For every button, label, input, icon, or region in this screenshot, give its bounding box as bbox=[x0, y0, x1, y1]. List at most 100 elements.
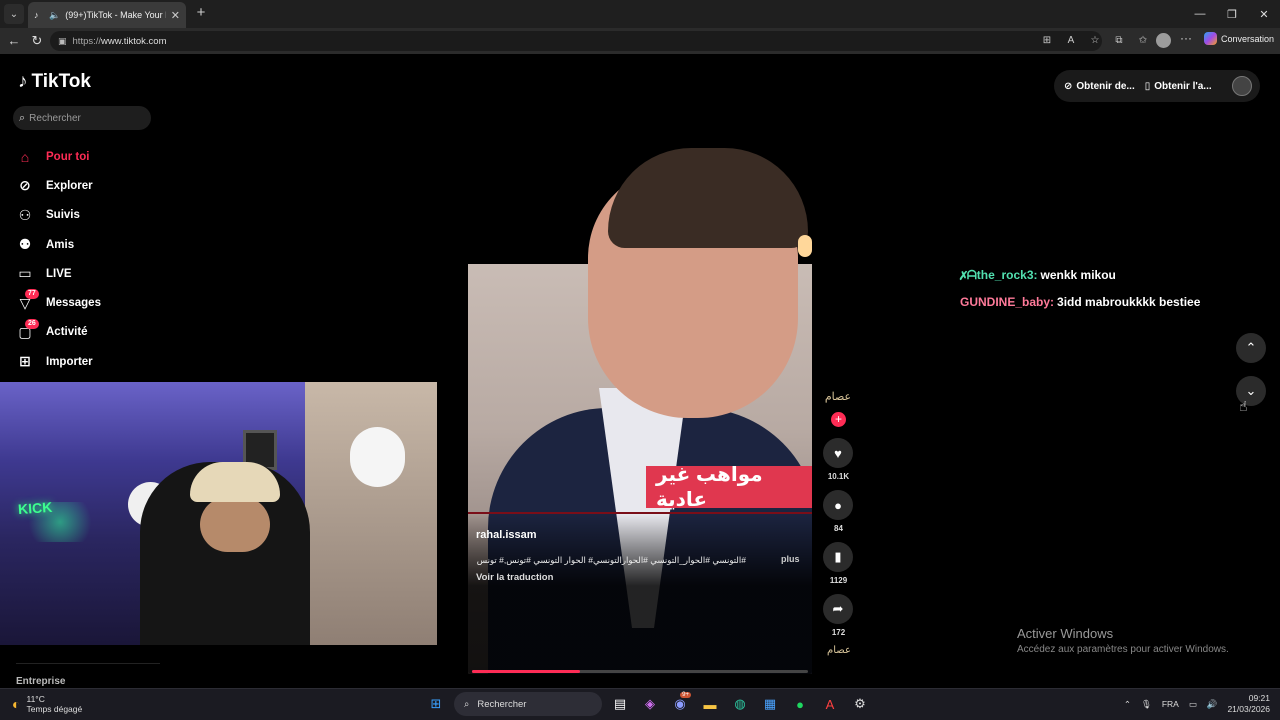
start-button[interactable]: ⊞ bbox=[424, 692, 448, 716]
browser-tab-bar: ⌄ ♪ 🔈 (99+)TikTok - Make Your Day ✕ + — … bbox=[0, 0, 1280, 28]
refresh-button[interactable]: ↻ bbox=[27, 31, 47, 51]
following-icon: ⚇ bbox=[18, 206, 32, 223]
follow-plus-button[interactable]: + bbox=[831, 412, 846, 427]
stream-chat: ✗ᗩthe_rock3: wenkk mikou GUNDINE_baby: 3… bbox=[960, 268, 1200, 322]
streamer-cap bbox=[190, 462, 280, 502]
tiktok-favicon-icon: ♪ bbox=[34, 10, 39, 20]
comment-button[interactable]: ● 84 bbox=[823, 490, 854, 533]
clock-date: 21/03/2026 bbox=[1227, 704, 1270, 714]
share-button[interactable]: ➦ 172 bbox=[823, 594, 854, 637]
language-indicator[interactable]: FRA bbox=[1162, 699, 1179, 709]
comment-count: 84 bbox=[834, 524, 843, 533]
video-author[interactable]: rahal.issam bbox=[476, 529, 537, 541]
music-disc-text[interactable]: عصام bbox=[824, 645, 854, 656]
video-player[interactable]: مواهب غير عادية rahal.issam #التونسي #ال… bbox=[468, 138, 812, 674]
video-progress-bar[interactable] bbox=[472, 670, 808, 673]
app-available-icon[interactable]: ⊞ bbox=[1040, 31, 1054, 51]
chat-message: ✗ᗩthe_rock3: wenkk mikou bbox=[960, 268, 1200, 295]
url-field[interactable]: ▣ https://www.tiktok.com bbox=[50, 31, 1102, 51]
new-tab-button[interactable]: + bbox=[192, 4, 210, 22]
get-app-button[interactable]: ▯ Obtenir l'a... bbox=[1145, 81, 1212, 92]
taskbar-search[interactable]: ⌕ Rechercher bbox=[454, 692, 602, 716]
save-button[interactable]: ▮ 1129 bbox=[823, 542, 854, 585]
extensions-icon[interactable]: ⧉ bbox=[1112, 31, 1126, 51]
search-input[interactable] bbox=[29, 112, 140, 124]
sidebar-item-activite[interactable]: ▢ 26 Activité bbox=[16, 318, 166, 347]
description-more-button[interactable]: plus bbox=[781, 554, 800, 564]
tiktok-page: ♪ TikTok ⌕ ⌂ Pour toi ⊘ Explorer ⚇ Suivi… bbox=[0, 54, 1280, 688]
translate-icon[interactable]: A bbox=[1064, 31, 1078, 51]
previous-video-button[interactable]: ⌃ bbox=[1236, 333, 1266, 363]
weather-widget[interactable]: ◐ 11°C Temps dégagé bbox=[12, 694, 82, 714]
file-explorer-icon[interactable]: ▬ bbox=[698, 692, 722, 716]
compass-icon: ⊘ bbox=[19, 177, 31, 194]
settings-icon[interactable]: ⚙ bbox=[848, 692, 872, 716]
favorites-icon[interactable]: ✩ bbox=[1136, 31, 1150, 51]
sidebar-footer-entreprise[interactable]: Entreprise bbox=[16, 676, 65, 687]
address-bar-row: ← ↻ ▣ https://www.tiktok.com ⊞ A ☆ ⧉ ✩ ·… bbox=[0, 28, 1280, 54]
sidebar-item-importer[interactable]: ⊞ Importer bbox=[16, 347, 166, 376]
video-person-hair bbox=[608, 148, 808, 248]
copilot-button[interactable]: Conversation bbox=[1204, 32, 1274, 45]
speaker-icon[interactable]: 🔈 bbox=[49, 10, 60, 21]
get-app-label: Obtenir l'a... bbox=[1154, 80, 1212, 92]
back-button[interactable]: ← bbox=[4, 31, 24, 51]
search-box: ⌕ bbox=[13, 106, 151, 130]
live-icon: ▭ bbox=[18, 265, 32, 282]
tab-list-button[interactable]: ⌄ bbox=[4, 4, 24, 24]
browser-tab-tiktok[interactable]: ♪ 🔈 (99+)TikTok - Make Your Day ✕ bbox=[28, 2, 186, 28]
tray-chevron-icon[interactable]: ⌃ bbox=[1124, 699, 1131, 710]
sidebar-item-explorer[interactable]: ⊘ Explorer bbox=[16, 171, 166, 200]
store-icon[interactable]: ▦ bbox=[758, 692, 782, 716]
site-info-icon[interactable]: ▣ bbox=[58, 36, 67, 47]
copilot-app-icon[interactable]: ◈ bbox=[638, 692, 662, 716]
windows-activation-watermark: Activer Windows Accédez aux paramètres p… bbox=[1017, 626, 1229, 655]
close-window-button[interactable]: ✕ bbox=[1248, 0, 1280, 28]
sidebar-item-messages[interactable]: ▽ 77 Messages bbox=[16, 288, 166, 317]
search-icon[interactable]: ⌕ bbox=[19, 112, 25, 125]
get-coins-button[interactable]: ⊘ Obtenir de... bbox=[1064, 81, 1135, 92]
sidebar-item-pour-toi[interactable]: ⌂ Pour toi bbox=[16, 142, 166, 171]
copilot-label: Conversation bbox=[1221, 33, 1275, 44]
sidebar-item-label: Importer bbox=[46, 355, 93, 368]
video-actions: عصام + ♥ 10.1K ● 84 ▮ 1129 ➦ 172 عصام bbox=[820, 390, 858, 656]
sidebar-item-amis[interactable]: ⚉ Amis bbox=[16, 230, 166, 259]
microphone-icon[interactable]: 🎙 bbox=[1141, 699, 1152, 710]
sidebar-item-suivis[interactable]: ⚇ Suivis bbox=[16, 201, 166, 230]
spotify-icon[interactable]: ● bbox=[788, 692, 812, 716]
task-view-icon[interactable]: ▤ bbox=[608, 692, 632, 716]
user-avatar[interactable] bbox=[1232, 76, 1252, 96]
favorite-star-icon[interactable]: ☆ bbox=[1088, 31, 1102, 51]
sidebar-item-live[interactable]: ▭ LIVE bbox=[16, 259, 166, 288]
activity-badge: 26 bbox=[25, 318, 39, 329]
taskbar-clock[interactable]: 09:21 21/03/2026 bbox=[1227, 693, 1270, 715]
chevron-up-icon: ⌃ bbox=[1245, 340, 1257, 355]
tab-close-icon[interactable]: ✕ bbox=[171, 9, 180, 22]
like-button[interactable]: ♥ 10.1K bbox=[823, 438, 854, 481]
webcam-overlay: KICK bbox=[0, 382, 437, 645]
tiktok-logo[interactable]: ♪ TikTok bbox=[18, 71, 91, 93]
restore-button[interactable]: ❐ bbox=[1216, 0, 1248, 28]
activation-title: Activer Windows bbox=[1017, 626, 1114, 641]
chat-message: GUNDINE_baby: 3idd mabroukkkk bestiee bbox=[960, 295, 1200, 322]
minimize-button[interactable]: — bbox=[1184, 0, 1216, 28]
discord-icon[interactable]: ◉ 9+ bbox=[668, 692, 692, 716]
sidebar-item-label: LIVE bbox=[46, 267, 72, 280]
see-translation-link[interactable]: Voir la traduction bbox=[476, 572, 553, 583]
share-count: 172 bbox=[831, 628, 846, 637]
profile-avatar[interactable] bbox=[1156, 33, 1171, 48]
edge-icon[interactable]: ◍ bbox=[728, 692, 752, 716]
discord-badge: 9+ bbox=[680, 692, 691, 698]
volume-icon[interactable]: 🔊 bbox=[1207, 699, 1218, 710]
chat-text: 3idd mabroukkkk bestiee bbox=[1057, 295, 1201, 309]
sidebar-item-label: Amis bbox=[46, 238, 75, 251]
adobe-icon[interactable]: A bbox=[818, 692, 842, 716]
network-icon[interactable]: ▭ bbox=[1189, 699, 1197, 710]
sidebar-item-label: Messages bbox=[46, 297, 101, 310]
sidebar-item-label: Activité bbox=[46, 326, 88, 339]
weather-temperature: 11°C bbox=[26, 694, 45, 704]
sidebar-item-label: Explorer bbox=[46, 179, 93, 192]
heart-icon: ♥ bbox=[823, 438, 853, 468]
more-menu-icon[interactable]: ··· bbox=[1180, 31, 1192, 45]
activation-subtitle: Accédez aux paramètres pour activer Wind… bbox=[1017, 644, 1229, 655]
